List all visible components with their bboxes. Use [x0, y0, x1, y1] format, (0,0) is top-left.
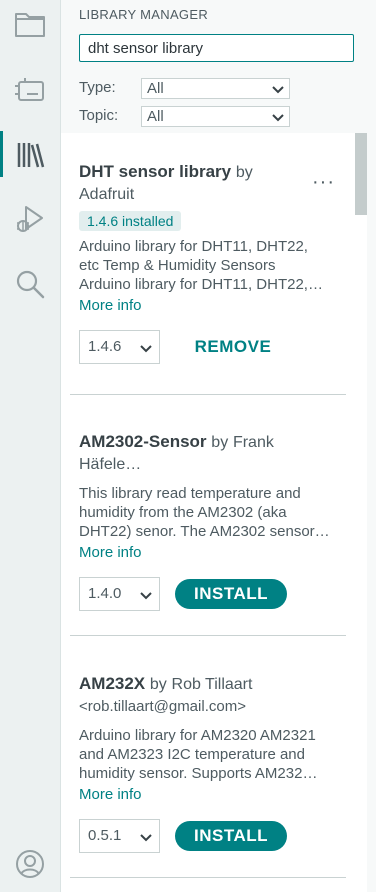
list-item: AM232X by Rob Tillaart <rob.tillaart@gma…: [79, 673, 345, 853]
description-line: DHT22) senor. The AM2302 sensor…: [79, 523, 330, 540]
library-author: Frank: [232, 434, 274, 451]
description-line: humidity from the AM2302 (aka: [79, 504, 287, 521]
library-author: Rob Tillaart: [171, 676, 253, 693]
sketchbook-button[interactable]: [0, 1, 60, 47]
library-manager-button[interactable]: [0, 131, 60, 177]
list-item: AM2302-Sensor by Frank Häfele… This libr…: [79, 431, 345, 611]
topic-select-value: All: [147, 108, 164, 125]
remove-button[interactable]: REMOVE: [175, 330, 291, 364]
library-actions: 0.5.1 INSTALL: [79, 819, 345, 853]
version-select[interactable]: 0.5.1: [79, 819, 160, 853]
description-line: etc Temp & Humidity Sensors: [79, 257, 276, 274]
list-item: DHT sensor library by Adafruit 1.4.6 ins…: [79, 161, 345, 364]
library-name: AM232X: [79, 674, 146, 693]
library-description: This library read temperature and humidi…: [79, 484, 345, 541]
topic-select[interactable]: All: [141, 106, 290, 127]
chevron-down-icon: [140, 345, 152, 353]
more-info-link[interactable]: More info: [79, 785, 345, 804]
library-by: by: [149, 676, 167, 693]
scrollbar-thumb[interactable]: [355, 133, 367, 215]
version-value: 1.4.0: [88, 585, 122, 602]
library-icon: [17, 143, 45, 168]
version-select[interactable]: 1.4.6: [79, 330, 160, 364]
library-name: DHT sensor library: [79, 162, 232, 181]
library-author-cont: Häfele…: [79, 456, 142, 473]
more-options-icon[interactable]: ···: [312, 171, 335, 194]
search-icon: [16, 270, 45, 299]
library-title: DHT sensor library by Adafruit: [79, 161, 345, 205]
search-button[interactable]: [0, 261, 60, 307]
library-list: DHT sensor library by Adafruit 1.4.6 ins…: [61, 133, 355, 892]
topic-label: Topic:: [79, 107, 119, 124]
library-description: Arduino library for DHT11, DHT22, etc Te…: [79, 237, 345, 294]
board-icon: [15, 78, 44, 101]
type-select[interactable]: All: [141, 78, 290, 99]
more-info-link[interactable]: More info: [79, 543, 345, 562]
debug-button[interactable]: [0, 196, 60, 242]
debug-icon: [17, 206, 43, 232]
version-select[interactable]: 1.4.0: [79, 577, 160, 611]
version-value: 1.4.6: [88, 338, 122, 355]
activity-bar: [0, 0, 61, 892]
description-line: Arduino library for DHT11, DHT22,…: [79, 276, 323, 293]
more-info-link[interactable]: More info: [79, 296, 345, 315]
search-input[interactable]: [79, 34, 354, 62]
installed-badge: 1.4.6 installed: [79, 211, 182, 231]
type-select-value: All: [147, 80, 164, 97]
library-by: by: [211, 434, 229, 451]
chevron-down-icon: [272, 86, 284, 94]
folder-icon: [15, 13, 45, 37]
description-line: Arduino library for DHT11, DHT22,: [79, 238, 308, 255]
panel-title: LIBRARY MANAGER: [79, 7, 209, 22]
description-line: This library read temperature and: [79, 485, 301, 502]
library-author-email: <rob.tillaart@gmail.com>: [79, 698, 246, 715]
divider: [70, 635, 346, 636]
divider: [70, 877, 346, 878]
library-author: Adafruit: [79, 186, 135, 203]
chevron-down-icon: [272, 114, 284, 122]
install-button[interactable]: INSTALL: [175, 821, 287, 851]
library-actions: 1.4.0 INSTALL: [79, 577, 345, 611]
version-value: 0.5.1: [88, 827, 122, 844]
library-actions: 1.4.6 REMOVE: [79, 330, 345, 364]
description-line: and AM2323 I2C temperature and: [79, 746, 305, 763]
chevron-down-icon: [140, 592, 152, 600]
boards-manager-button[interactable]: [0, 66, 60, 112]
library-description: Arduino library for AM2320 AM2321 and AM…: [79, 726, 345, 783]
install-button[interactable]: INSTALL: [175, 579, 287, 609]
chevron-down-icon: [140, 834, 152, 842]
account-icon: [16, 850, 44, 878]
library-title: AM2302-Sensor by Frank Häfele…: [79, 431, 345, 475]
scrollbar[interactable]: [355, 133, 367, 892]
library-by: by: [235, 164, 253, 181]
library-title: AM232X by Rob Tillaart <rob.tillaart@gma…: [79, 673, 345, 717]
account-button[interactable]: [0, 841, 60, 887]
type-label: Type:: [79, 79, 116, 96]
library-name: AM2302-Sensor: [79, 432, 207, 451]
divider: [70, 394, 346, 395]
description-line: Arduino library for AM2320 AM2321: [79, 727, 316, 744]
description-line: humidity sensor. Supports AM232…: [79, 765, 318, 782]
